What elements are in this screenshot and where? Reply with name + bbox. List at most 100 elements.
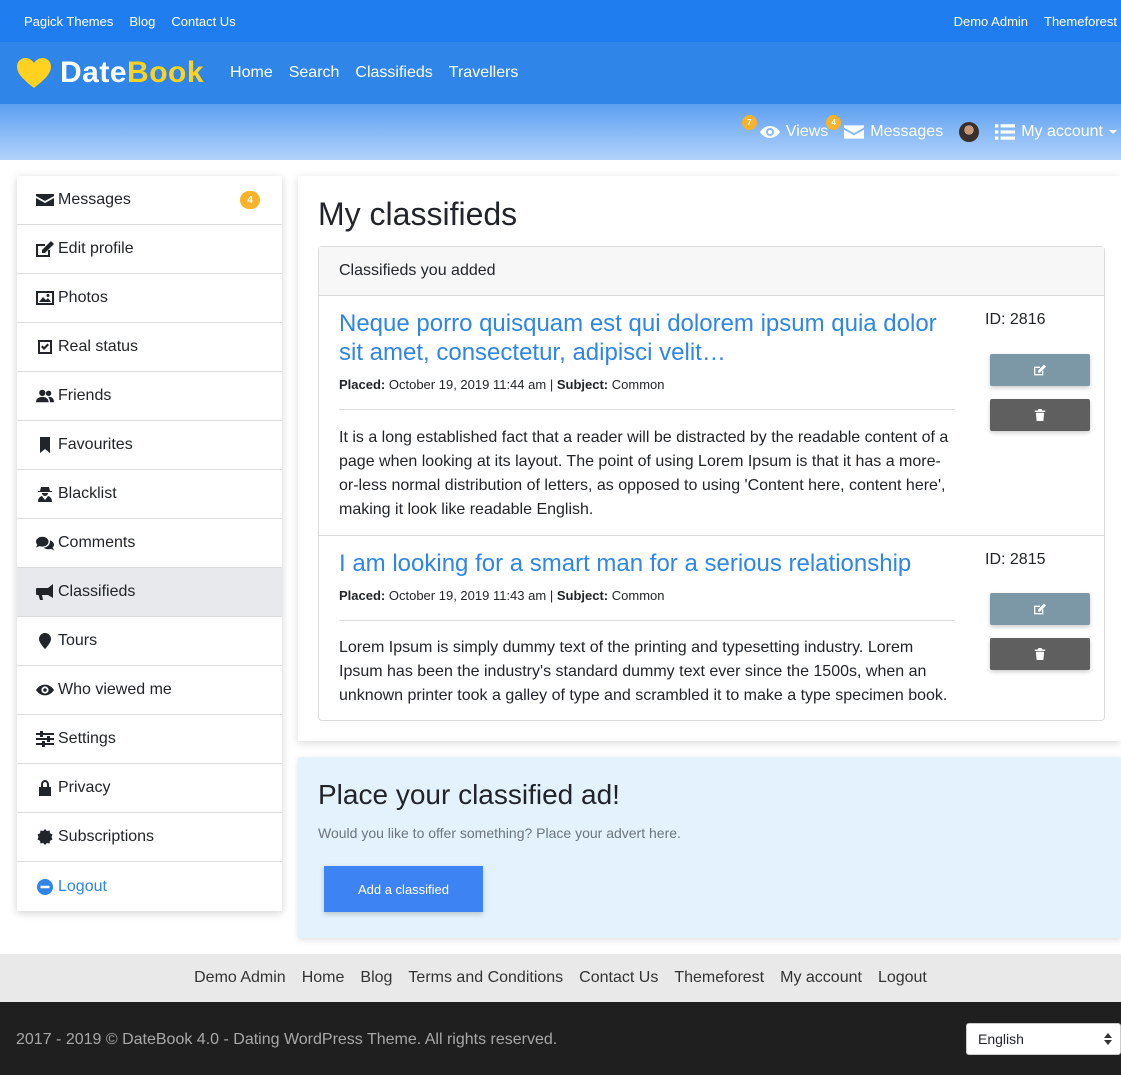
edit-classified-button[interactable] — [990, 593, 1090, 625]
sidebar-item-label: Blacklist — [58, 485, 117, 502]
sidebar-item-privacy[interactable]: Privacy — [17, 764, 282, 813]
footer-link-contact-us[interactable]: Contact Us — [579, 969, 658, 987]
envelope-icon — [36, 194, 54, 206]
meta-separator: | — [549, 377, 554, 392]
main-nav-links: Home Search Classifieds Travellers — [230, 64, 518, 82]
delete-classified-button[interactable] — [990, 399, 1090, 431]
top-link-pagick-themes[interactable]: Pagick Themes — [24, 14, 113, 29]
user-avatar[interactable] — [959, 122, 980, 142]
check-square-icon — [38, 340, 52, 354]
nav-travellers[interactable]: Travellers — [449, 64, 519, 82]
sidebar-item-classifieds[interactable]: Classifieds — [17, 568, 282, 617]
account-sidebar: Messages 4 Edit profile Photos Real stat… — [17, 176, 282, 911]
footer-bottom: 2017 - 2019 © DateBook 4.0 - Dating Word… — [0, 1002, 1121, 1075]
minus-circle-icon — [37, 878, 53, 895]
sidebar-item-tours[interactable]: Tours — [17, 617, 282, 666]
logo-word-book: Book — [127, 56, 205, 89]
logo-word-date: Date — [60, 56, 128, 89]
top-link-blog[interactable]: Blog — [129, 14, 155, 29]
sidebar-item-edit-profile[interactable]: Edit profile — [17, 225, 282, 274]
sidebar-item-label: Logout — [58, 877, 107, 895]
entry-divider — [339, 409, 955, 410]
sidebar-item-blacklist[interactable]: Blacklist — [17, 470, 282, 519]
messages-link[interactable]: 4 Messages — [826, 115, 944, 141]
main-navbar: DateBook Home Search Classifieds Travell… — [0, 42, 1121, 104]
sidebar-item-real-status[interactable]: Real status — [17, 323, 282, 372]
footer-links: Demo Admin Home Blog Terms and Condition… — [0, 954, 1121, 1002]
panel-header: Classifieds you added — [319, 247, 1104, 296]
footer-link-home[interactable]: Home — [302, 969, 345, 987]
envelope-icon — [844, 125, 865, 139]
nav-classifieds[interactable]: Classifieds — [355, 64, 432, 82]
certificate-icon — [37, 829, 53, 845]
delete-classified-button[interactable] — [990, 638, 1090, 670]
classified-meta: Placed: October 19, 2019 11:43 am | Subj… — [339, 588, 665, 603]
my-account-dropdown[interactable]: My account — [995, 123, 1117, 141]
views-count-badge: 7 — [741, 115, 757, 130]
views-label: Views — [785, 123, 829, 140]
select-arrows-icon — [1104, 1033, 1112, 1045]
classified-entry: Neque porro quisquam est qui dolorem ips… — [319, 297, 1104, 536]
top-link-contact-us[interactable]: Contact Us — [171, 14, 235, 29]
sidebar-item-friends[interactable]: Friends — [17, 372, 282, 421]
footer-link-themeforest[interactable]: Themeforest — [674, 969, 764, 987]
language-select[interactable]: English — [966, 1023, 1121, 1055]
eye-icon — [759, 126, 780, 138]
language-selected: English — [978, 1031, 1024, 1047]
sidebar-item-label: Friends — [58, 387, 112, 404]
classified-title-link[interactable]: Neque porro quisquam est qui dolorem ips… — [339, 309, 959, 367]
subject-value: Common — [611, 588, 665, 603]
footer-link-logout[interactable]: Logout — [878, 969, 927, 987]
classifieds-card: My classifieds Classifieds you added Neq… — [298, 176, 1121, 741]
placed-date: October 19, 2019 11:44 am — [388, 377, 547, 392]
top-link-themeforest[interactable]: Themeforest — [1044, 14, 1117, 29]
sidebar-item-label: Tours — [58, 632, 98, 649]
sidebar-item-subscriptions[interactable]: Subscriptions — [17, 813, 282, 862]
top-link-demo-admin[interactable]: Demo Admin — [954, 14, 1028, 29]
sidebar-item-label: Comments — [58, 534, 136, 551]
messages-label: Messages — [870, 123, 944, 140]
subject-label: Subject: — [556, 377, 609, 392]
callout-title: Place your classified ad! — [318, 779, 620, 810]
sidebar-item-label: Subscriptions — [58, 828, 155, 845]
edit-classified-button[interactable] — [990, 354, 1090, 386]
nav-search[interactable]: Search — [289, 64, 340, 82]
edit-icon — [1034, 364, 1046, 376]
footer-link-demo-admin[interactable]: Demo Admin — [194, 969, 286, 987]
sidebar-item-label: Real status — [58, 338, 139, 355]
trash-icon — [1034, 648, 1046, 660]
sidebar-item-favourites[interactable]: Favourites — [17, 421, 282, 470]
placed-date: October 19, 2019 11:43 am — [388, 588, 547, 603]
users-icon — [36, 389, 54, 403]
heart-logo-icon — [17, 58, 51, 88]
site-logo[interactable]: DateBook — [16, 56, 204, 90]
trash-icon — [1034, 409, 1046, 421]
messages-count-badge: 4 — [826, 115, 842, 130]
sidebar-item-who-viewed-me[interactable]: Who viewed me — [17, 666, 282, 715]
sidebar-item-label: Who viewed me — [58, 681, 172, 698]
footer-link-blog[interactable]: Blog — [360, 969, 392, 987]
nav-home[interactable]: Home — [230, 64, 273, 82]
callout-subtitle: Would you like to offer something? Place… — [318, 825, 681, 841]
sidebar-item-settings[interactable]: Settings — [17, 715, 282, 764]
sidebar-item-label: Settings — [58, 730, 116, 747]
views-link[interactable]: 7 Views — [741, 115, 829, 141]
classified-description: Lorem Ipsum is simply dummy text of the … — [339, 639, 948, 704]
sidebar-item-label: Messages — [58, 191, 131, 208]
classified-meta: Placed: October 19, 2019 11:44 am | Subj… — [339, 377, 665, 392]
top-right-links: Demo Admin Themeforest — [954, 14, 1117, 29]
sidebar-item-messages[interactable]: Messages 4 — [17, 176, 282, 225]
user-subbar: 7 Views 4 Messages My account — [0, 104, 1121, 160]
sidebar-item-photos[interactable]: Photos — [17, 274, 282, 323]
subject-value: Common — [611, 377, 665, 392]
subject-label: Subject: — [556, 588, 609, 603]
classified-title-link[interactable]: I am looking for a smart man for a serio… — [339, 549, 959, 578]
footer-link-terms[interactable]: Terms and Conditions — [408, 969, 563, 987]
add-classified-button[interactable]: Add a classified — [324, 866, 483, 912]
footer-link-my-account[interactable]: My account — [780, 969, 862, 987]
classifieds-panel: Classifieds you added Neque porro quisqu… — [318, 246, 1105, 721]
sidebar-item-comments[interactable]: Comments — [17, 519, 282, 568]
classified-id: ID: 2815 — [985, 551, 1046, 568]
sidebar-item-logout[interactable]: Logout — [17, 862, 282, 911]
comments-icon — [36, 536, 54, 551]
